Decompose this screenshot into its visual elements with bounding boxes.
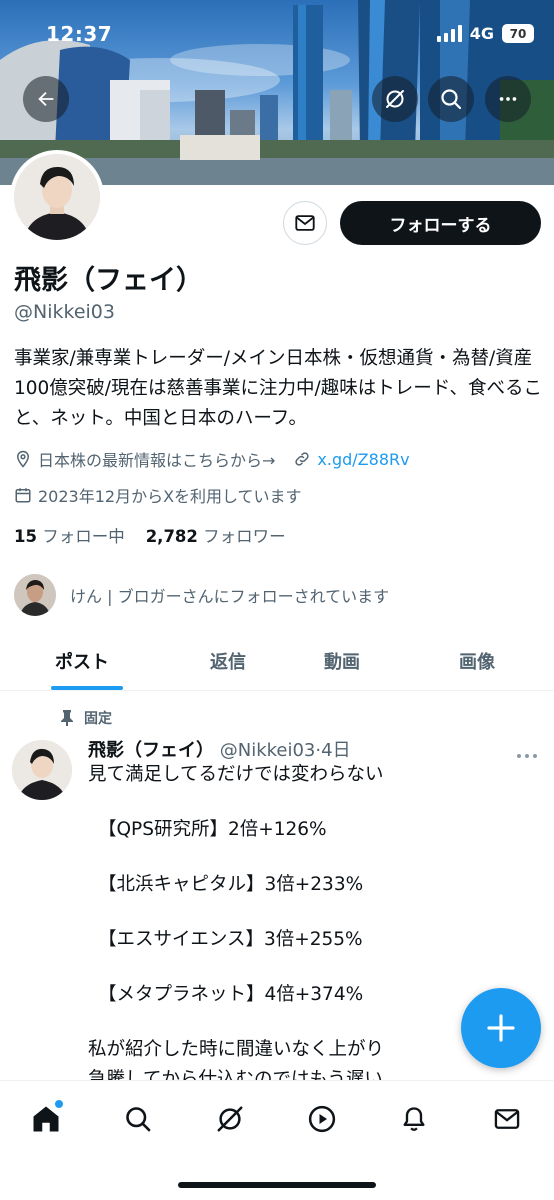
post-header: 飛影（フェイ） @Nikkei03·4日 bbox=[88, 736, 351, 762]
nav-messages[interactable] bbox=[487, 1099, 527, 1139]
status-indicators: 4G 70 bbox=[436, 24, 534, 43]
grok-icon bbox=[386, 90, 404, 108]
following-link[interactable]: 15 フォロー中 bbox=[14, 527, 125, 546]
notification-dot bbox=[54, 1099, 64, 1109]
notifications-icon bbox=[403, 1107, 425, 1131]
bottom-navigation bbox=[0, 1080, 554, 1200]
calendar-icon bbox=[14, 486, 32, 504]
battery-icon: 70 bbox=[502, 24, 534, 43]
back-button[interactable] bbox=[23, 76, 69, 122]
network-type: 4G bbox=[469, 24, 494, 43]
pin-icon bbox=[61, 710, 73, 726]
compose-post-button[interactable] bbox=[461, 988, 541, 1068]
mail-icon bbox=[295, 215, 315, 231]
profile-website-link[interactable]: x.gd/Z88Rv bbox=[317, 450, 409, 469]
message-button[interactable] bbox=[283, 201, 327, 245]
location-icon bbox=[14, 450, 32, 468]
tab-posts[interactable]: ポスト bbox=[55, 648, 109, 674]
post-author-avatar[interactable] bbox=[12, 740, 72, 800]
post-author-handle[interactable]: @Nikkei03 bbox=[220, 740, 316, 761]
followers-count: 2,782 bbox=[145, 527, 198, 546]
nav-notifications[interactable] bbox=[394, 1099, 434, 1139]
link-icon bbox=[293, 450, 311, 468]
post-line: 見て満足してるだけでは変わらない bbox=[88, 764, 384, 785]
profile-handle: @Nikkei03 bbox=[14, 301, 115, 323]
profile-tabs: ポスト 返信 動画 画像 bbox=[0, 634, 554, 691]
more-icon bbox=[517, 754, 537, 758]
messages-icon bbox=[494, 1109, 520, 1129]
profile-meta-line-2: 2023年12月からXを利用しています bbox=[14, 483, 302, 507]
post-time: 4日 bbox=[321, 740, 351, 761]
signal-icon bbox=[436, 25, 462, 42]
more-icon bbox=[499, 97, 517, 101]
grok-icon bbox=[217, 1106, 243, 1132]
followers-label: フォロワー bbox=[203, 527, 286, 546]
post-body[interactable]: 見て満足してるだけでは変わらない 【QPS研究所】2倍+126% 【北浜キャピタ… bbox=[88, 760, 528, 1095]
video-icon bbox=[308, 1105, 336, 1133]
status-time: 12:37 bbox=[46, 22, 113, 46]
profile-meta-line-1: 日本株の最新情報はこちらから→ x.gd/Z88Rv bbox=[14, 447, 410, 471]
followed-by-row[interactable]: けん | ブロガーさんにフォローされています bbox=[14, 574, 389, 616]
search-icon bbox=[441, 89, 462, 110]
search-icon bbox=[126, 1107, 151, 1132]
nav-home[interactable] bbox=[26, 1099, 66, 1139]
following-label: フォロー中 bbox=[42, 527, 125, 546]
followers-link[interactable]: 2,782 フォロワー bbox=[146, 527, 286, 546]
post-line: 【エスサイエンス】3倍+255% bbox=[98, 929, 363, 950]
avatar-image bbox=[14, 154, 100, 240]
pinned-label: 固定 bbox=[84, 711, 112, 727]
profile-bio: 事業家/兼専業トレーダー/メイン日本株・仮想通貨・為替/資産100億突破/現在は… bbox=[14, 348, 543, 429]
profile-location: 日本株の最新情報はこちらから→ bbox=[38, 451, 276, 470]
post-line: 【QPS研究所】2倍+126% bbox=[98, 819, 327, 840]
back-arrow-icon bbox=[38, 91, 54, 107]
home-indicator bbox=[178, 1182, 376, 1188]
profile-avatar[interactable] bbox=[10, 150, 104, 244]
tab-replies[interactable]: 返信 bbox=[210, 648, 246, 674]
followed-by-text: けん | ブロガーさんにフォローされています bbox=[70, 587, 390, 606]
tab-videos[interactable]: 動画 bbox=[324, 648, 360, 674]
tab-images[interactable]: 画像 bbox=[459, 648, 495, 674]
nav-grok[interactable] bbox=[210, 1099, 250, 1139]
nav-search[interactable] bbox=[118, 1099, 158, 1139]
follower-avatar bbox=[14, 574, 56, 616]
more-button[interactable] bbox=[485, 76, 531, 122]
active-tab-indicator bbox=[51, 686, 123, 690]
search-button[interactable] bbox=[428, 76, 474, 122]
profile-name: 飛影（フェイ） bbox=[14, 265, 203, 296]
pinned-indicator: 固定 bbox=[60, 708, 112, 728]
post-line: 【北浜キャピタル】3倍+233% bbox=[98, 874, 364, 895]
nav-video[interactable] bbox=[302, 1099, 342, 1139]
post-author-name[interactable]: 飛影（フェイ） bbox=[88, 740, 214, 761]
plus-icon bbox=[487, 1014, 515, 1042]
profile-joined-date: 2023年12月からXを利用しています bbox=[38, 487, 302, 506]
battery-level: 70 bbox=[509, 26, 527, 41]
follow-button[interactable]: フォローする bbox=[340, 201, 541, 245]
follow-stats: 15 フォロー中 2,782 フォロワー bbox=[14, 523, 286, 547]
following-count: 15 bbox=[14, 527, 37, 546]
post-line: 【メタプラネット】4倍+374% bbox=[98, 984, 364, 1005]
grok-button[interactable] bbox=[372, 76, 418, 122]
